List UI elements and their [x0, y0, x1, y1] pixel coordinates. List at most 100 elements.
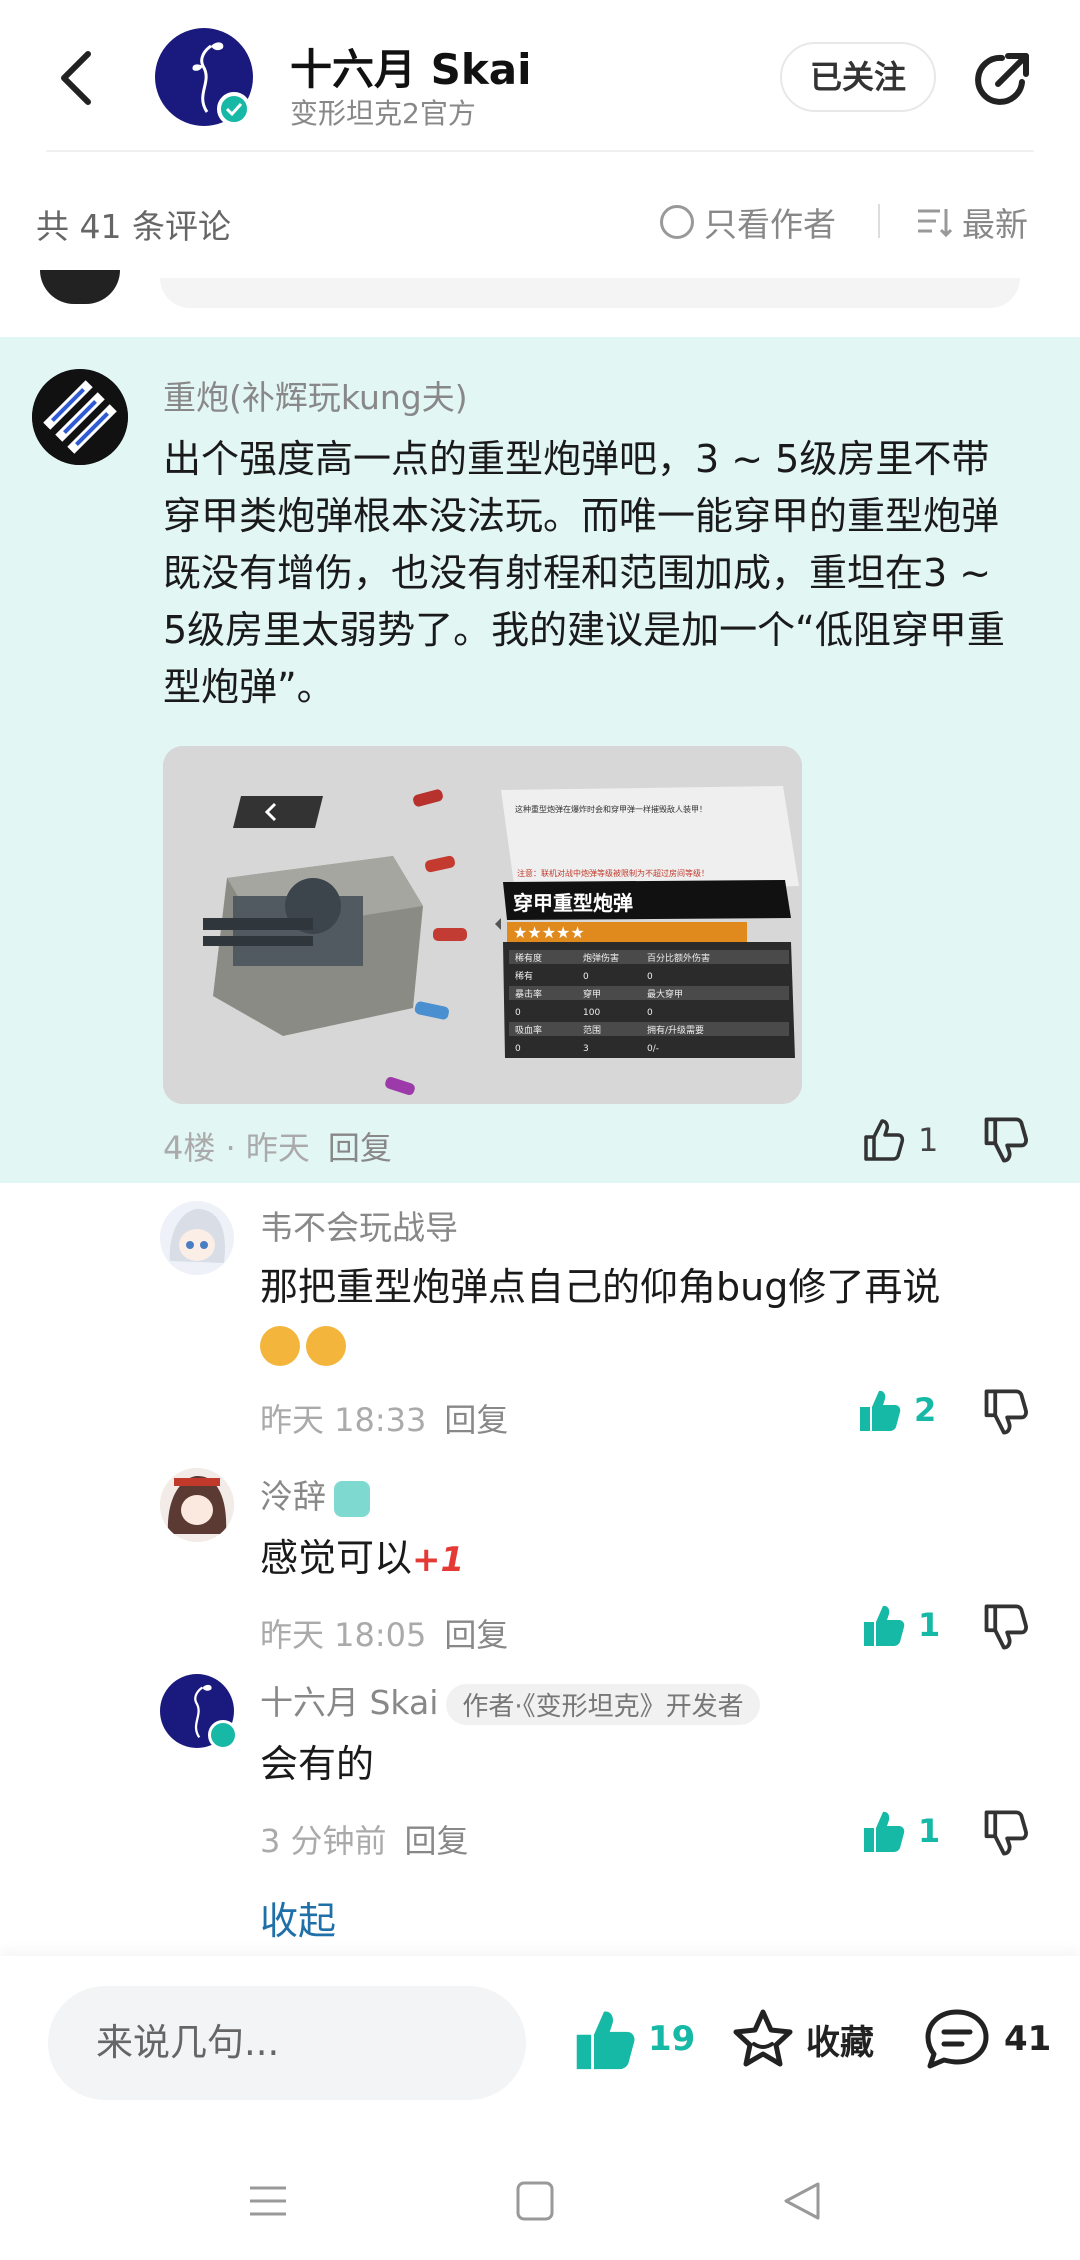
reply-time: 昨天 18:33 [260, 1401, 427, 1439]
reply-button[interactable]: 回复 [405, 1822, 469, 1860]
nav-back-icon[interactable] [772, 2176, 832, 2226]
toolbar-divider [878, 204, 880, 238]
sort-button[interactable]: 最新 [916, 198, 1028, 246]
stats-cell: 最大穿甲 [647, 988, 683, 1000]
star-icon [733, 2009, 793, 2067]
reply-username[interactable]: 韦不会玩战导 [260, 1201, 458, 1249]
like-count: 1 [918, 1606, 941, 1644]
reply-text: 那把重型炮弹点自己的仰角bug修了再说 [260, 1259, 1030, 1371]
author-tag: 作者·《变形坦克》开发者 [446, 1684, 760, 1725]
thumbs-up-icon [864, 1605, 905, 1646]
author-name[interactable]: 十六月 Skai [290, 36, 532, 97]
post-like-count: 19 [648, 2019, 696, 2059]
stats-cell: 0 [647, 972, 653, 982]
back-arrow-icon[interactable] [52, 48, 102, 108]
thumbs-down-icon[interactable] [980, 1808, 1030, 1858]
stats-cell: 0 [515, 1044, 521, 1054]
stats-cell: 稀有度 [515, 952, 542, 964]
reply-username-text: 泠辞 [260, 1477, 326, 1516]
thumbs-up-icon [576, 2011, 635, 2070]
floor-and-time: 4楼 · 昨天 [163, 1129, 310, 1167]
stats-cell: 吸血率 [515, 1024, 542, 1036]
previous-comment-remnant [160, 278, 1020, 308]
stats-cell: 范围 [583, 1024, 601, 1036]
thumbs-up-icon [860, 1390, 901, 1431]
like-count: 2 [914, 1391, 937, 1429]
nav-menu-icon[interactable] [238, 2176, 298, 2226]
thumbs-down-icon[interactable] [980, 1602, 1030, 1652]
favorite-button[interactable]: 收藏 [730, 2006, 874, 2072]
like-button[interactable]: 1 [860, 1117, 938, 1163]
author-only-toggle[interactable]: 只看作者 [660, 198, 836, 246]
comments-count: 41 [1004, 2019, 1052, 2059]
comment-meta: 4楼 · 昨天 回复 [163, 1123, 392, 1169]
author-subtitle: 变形坦克2官方 [290, 97, 476, 130]
reply-button[interactable]: 回复 [328, 1129, 392, 1167]
reply-username-text: 十六月 Skai [260, 1683, 439, 1722]
nav-home-icon[interactable] [505, 2176, 565, 2226]
striped-logo-icon [32, 369, 128, 465]
commenter-avatar[interactable] [32, 369, 128, 465]
game-screenshot: 这种重型炮弹在爆炸时会和穿甲弹一样摧毁敌人装甲！ 注意：联机对战中炮弹等级被限制… [163, 746, 802, 1104]
comment-toolbar: 共 41 条评论 只看作者 最新 [0, 152, 1080, 292]
reply-time: 3 分钟前 [260, 1822, 387, 1860]
like-count: 1 [918, 1812, 941, 1850]
stats-cell: 0 [515, 1008, 521, 1018]
top-header: 十六月 Skai 变形坦克2官方 已关注 [0, 0, 1080, 150]
game-warning-text: 注意：联机对战中炮弹等级被限制为不超过房间等级！ [517, 868, 709, 878]
thumbs-up-icon [864, 1811, 905, 1852]
stats-cell: 0 [647, 1008, 653, 1018]
anime-avatar-icon [160, 1201, 234, 1275]
like-button[interactable]: 2 [856, 1387, 936, 1433]
like-button[interactable]: 1 [860, 1602, 940, 1648]
stats-cell: 拥有/升级需要 [647, 1024, 704, 1036]
reply-username[interactable]: 泠辞 [260, 1470, 370, 1518]
stats-cell: 稀有 [515, 970, 533, 982]
follow-button[interactable]: 已关注 [780, 42, 936, 112]
comment-text: 出个强度高一点的重型炮弹吧，3 ~ 5级房里不带穿甲类炮弹根本没法玩。而唯一能穿… [163, 437, 1005, 709]
stats-cell: 暴击率 [515, 988, 542, 1000]
stats-cell: 100 [583, 1008, 600, 1018]
reply-meta: 昨天 18:33 回复 [260, 1395, 508, 1441]
dog-face-emoji-icon [260, 1325, 300, 1366]
author-only-label: 只看作者 [704, 205, 836, 244]
reply-button[interactable]: 回复 [444, 1401, 508, 1439]
radio-circle-icon [660, 205, 694, 239]
highlighted-comment: 重炮(补辉玩kung夫) 出个强度高一点的重型炮弹吧，3 ~ 5级房里不带穿甲类… [0, 337, 1080, 1183]
stats-cell: 0/- [647, 1044, 659, 1054]
thumbs-down-icon[interactable] [980, 1115, 1030, 1165]
reply-text-content: 感觉可以 [260, 1536, 413, 1580]
comment-input[interactable]: 来说几句... [48, 1986, 526, 2100]
reply-username[interactable]: 十六月 Skai 作者·《变形坦克》开发者 [260, 1676, 760, 1725]
thumbs-up-icon [864, 1119, 905, 1161]
thumbs-down-icon[interactable] [980, 1387, 1030, 1437]
system-nav-bar [0, 2136, 1080, 2260]
dog-face-emoji-icon [306, 1325, 346, 1366]
sort-list-icon [918, 209, 952, 238]
level-badge-icon [334, 1480, 370, 1517]
comment-screenshot-image[interactable]: 这种重型炮弹在爆炸时会和穿甲弹一样摧毁敌人装甲！ 注意：联机对战中炮弹等级被限制… [163, 746, 802, 1104]
like-count: 1 [918, 1121, 939, 1159]
stats-cell: 炮弹伤害 [583, 952, 619, 964]
plus-one-sticker: +1 [412, 1540, 465, 1580]
game-stats-table: 稀有度 炮弹伤害 百分比额外伤害稀有 0 0 暴击率 穿甲 最大穿甲 0 100 0 吸血率 范围 拥有/… [503, 942, 795, 1058]
bottom-action-bar: 来说几句... 19 收藏 41 [0, 1956, 1080, 2136]
like-button[interactable]: 1 [860, 1808, 940, 1854]
reply-meta: 昨天 18:05 回复 [260, 1610, 508, 1656]
comments-button[interactable]: 41 [922, 2006, 1051, 2072]
post-like-button[interactable]: 19 [568, 2006, 695, 2072]
reply-text-content: 那把重型炮弹点自己的仰角bug修了再说 [260, 1265, 941, 1309]
reply-button[interactable]: 回复 [444, 1616, 508, 1654]
game-notice-text: 这种重型炮弹在爆炸时会和穿甲弹一样摧毁敌人装甲！ [515, 804, 707, 814]
reply-avatar[interactable] [160, 1201, 234, 1275]
stats-cell: 穿甲 [583, 988, 601, 1000]
verified-icon [208, 1720, 238, 1750]
reply-time: 昨天 18:05 [260, 1616, 427, 1654]
commenter-username[interactable]: 重炮(补辉玩kung夫) [163, 371, 468, 419]
collapse-replies-link[interactable]: 收起 [260, 1890, 336, 1945]
favorite-label: 收藏 [806, 2022, 874, 2063]
share-icon[interactable] [970, 48, 1034, 112]
reply-avatar[interactable] [160, 1468, 234, 1542]
reply-text: 感觉可以+1 [260, 1530, 1030, 1588]
stats-cell: 0 [583, 972, 589, 982]
